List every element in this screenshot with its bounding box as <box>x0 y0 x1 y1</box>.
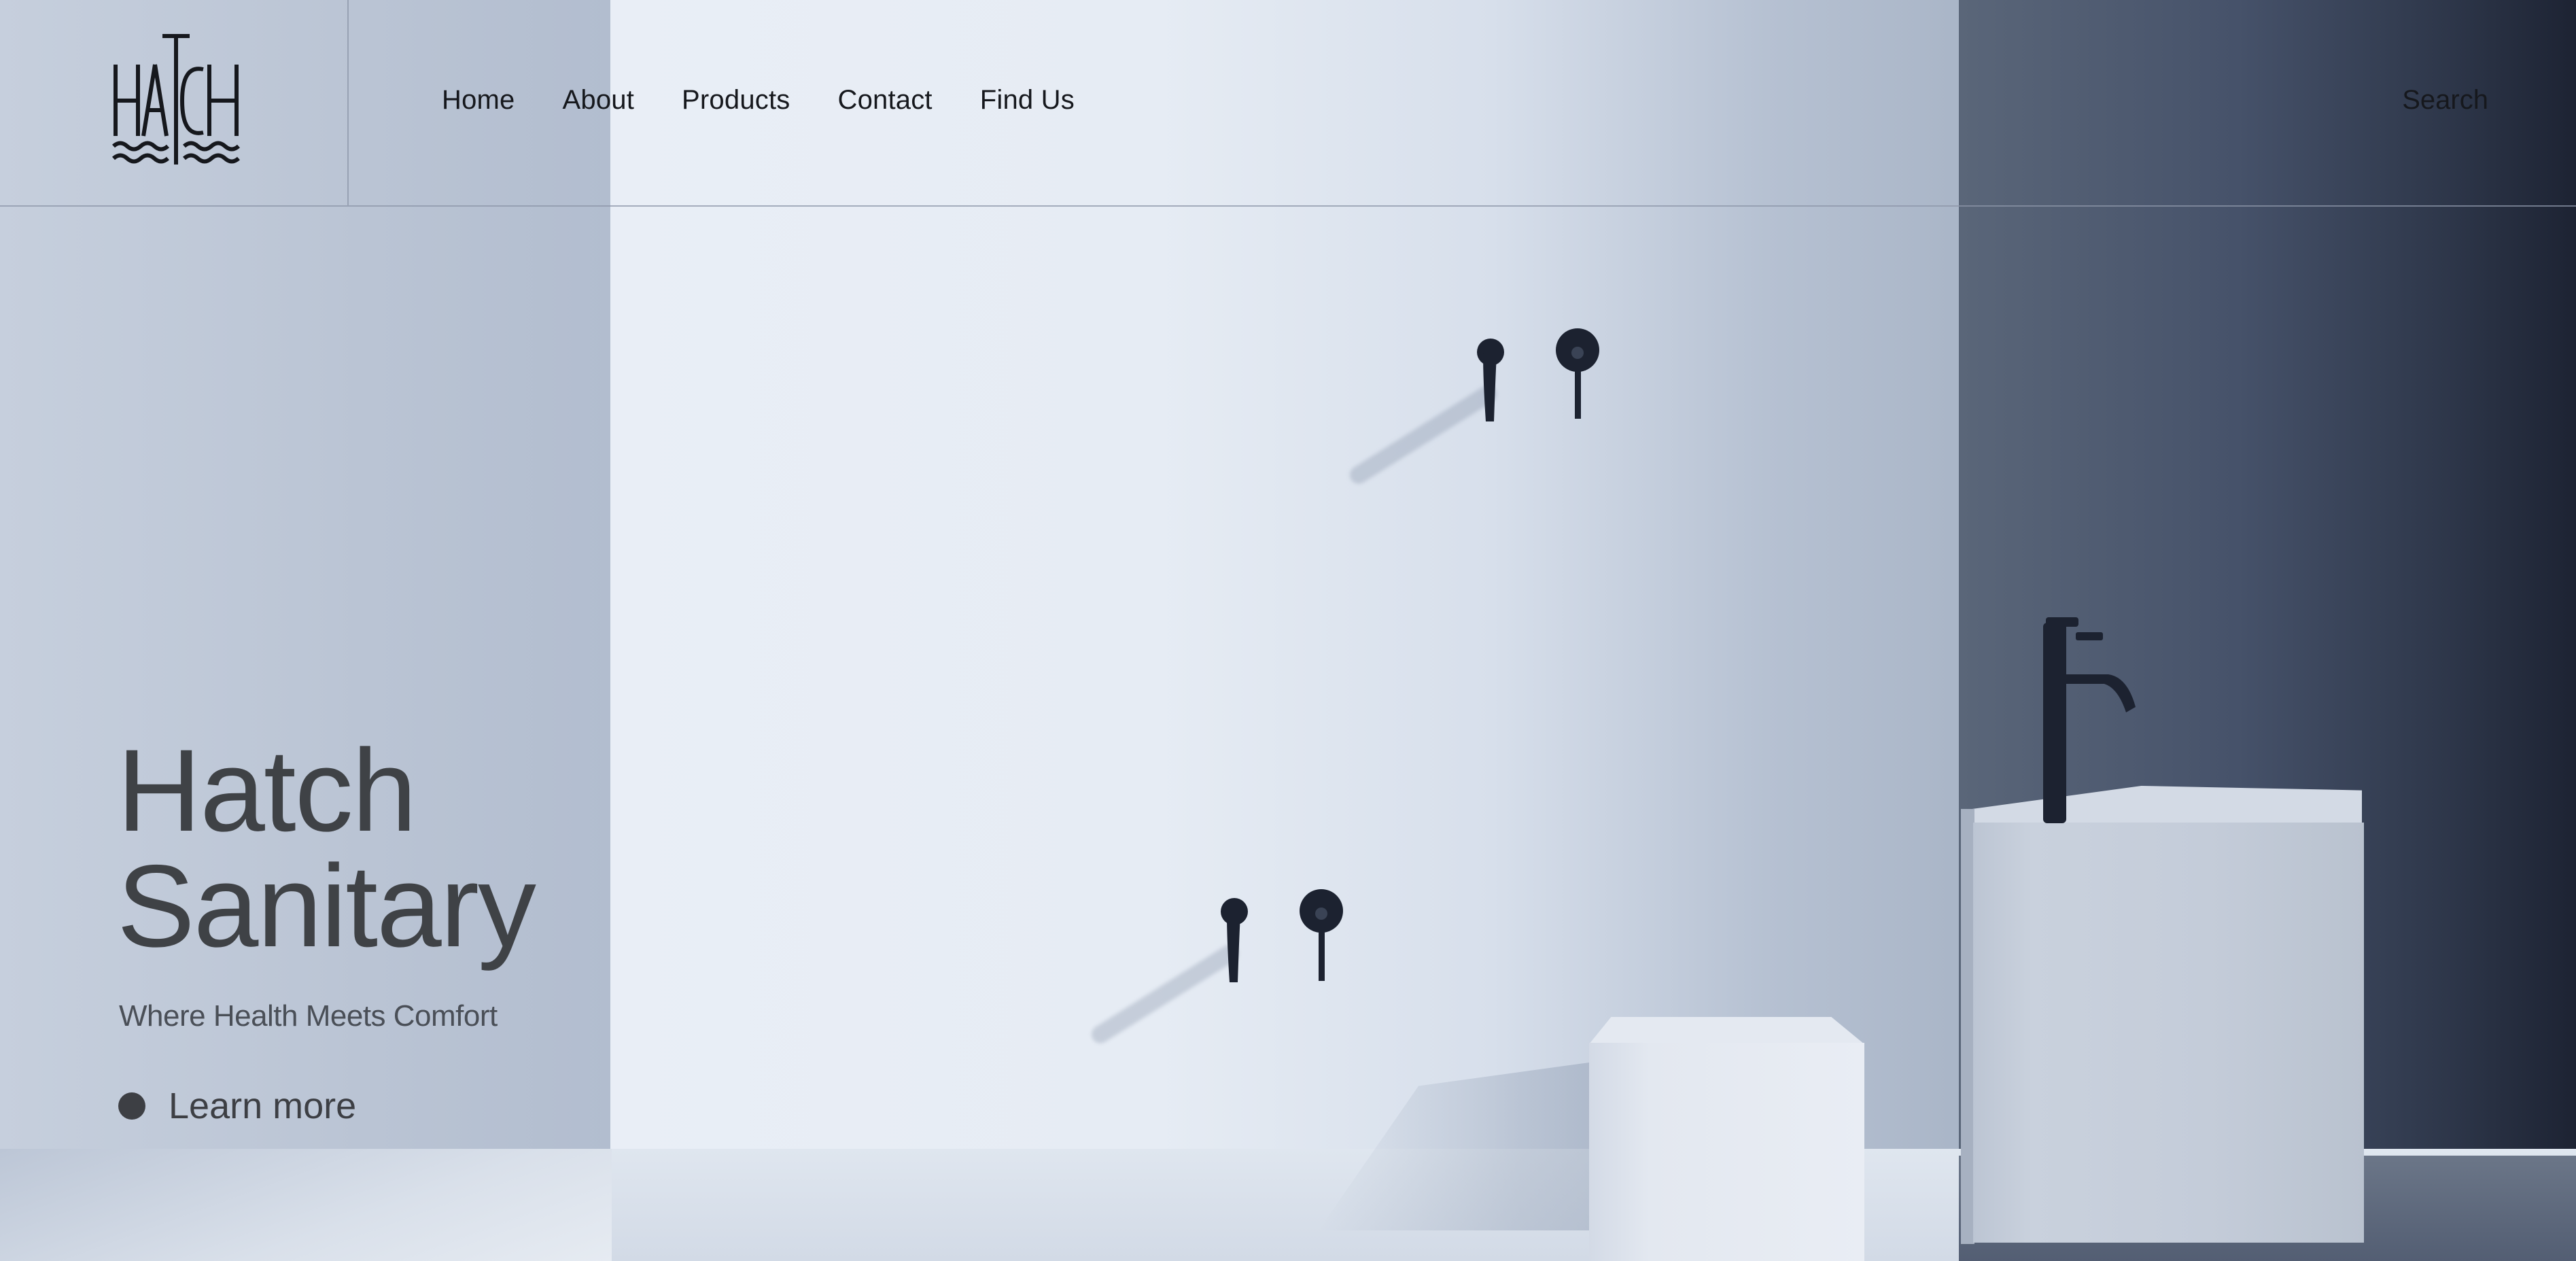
dot-icon <box>118 1092 145 1120</box>
wall-spout-icon <box>1221 898 1248 982</box>
upper-wall-fixture <box>1477 328 1599 421</box>
learn-more-label: Learn more <box>169 1086 357 1126</box>
site-header: Home About Products Contact Find Us Sear… <box>0 0 2576 207</box>
learn-more-button[interactable]: Learn more <box>118 1085 356 1127</box>
nav-home[interactable]: Home <box>442 85 515 116</box>
logo-cell <box>0 0 349 205</box>
hero-title-line-1: Hatch <box>117 725 417 856</box>
nav-products[interactable]: Products <box>682 85 790 116</box>
large-block-side <box>1961 809 1974 1244</box>
hatch-wave-logo[interactable] <box>111 34 241 170</box>
nav-about[interactable]: About <box>563 85 635 116</box>
wall-handle-icon <box>1556 328 1599 419</box>
main-nav: Home About Products Contact Find Us <box>442 85 1122 116</box>
hero-subtitle: Where Health Meets Comfort <box>119 999 498 1033</box>
basin-mixer-icon <box>2043 617 2136 823</box>
wall-spout-icon <box>1477 339 1504 421</box>
small-block-top <box>1589 1017 1864 1044</box>
hero-page: Home About Products Contact Find Us Sear… <box>0 0 2576 1261</box>
large-block <box>1973 823 2364 1243</box>
hero-title-line-2: Sanitary <box>117 841 536 971</box>
small-block <box>1589 1043 1864 1261</box>
nav-contact[interactable]: Contact <box>837 85 932 116</box>
nav-find-us[interactable]: Find Us <box>980 85 1075 116</box>
wall-handle-icon <box>1300 889 1343 981</box>
search-link[interactable]: Search <box>2402 85 2488 116</box>
lower-wall-fixture <box>1221 889 1343 982</box>
floor-shadow <box>0 1149 612 1261</box>
hero-title: Hatch Sanitary <box>117 725 536 971</box>
